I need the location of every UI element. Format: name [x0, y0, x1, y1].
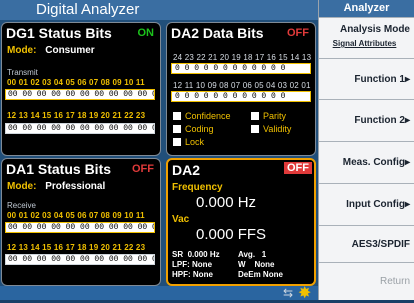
meas-config-button[interactable]: Meas. Config▸: [319, 141, 414, 183]
panel-title: DA2 Data Bits: [171, 25, 264, 41]
star-icon: ✸: [298, 285, 312, 302]
button-label: Input Config▸: [346, 199, 410, 210]
return-button[interactable]: Return: [319, 262, 414, 300]
button-label: Analysis Mode: [339, 24, 410, 35]
mode-value: Consumer: [45, 45, 95, 56]
sidebar-title: Analyzer: [319, 0, 414, 17]
status-badge: OFF: [287, 27, 309, 39]
input-config-button[interactable]: Input Config▸: [319, 183, 414, 225]
data-bits-row-1[interactable]: 0 0 0 0 0 0 0 0 0 0 0 0: [171, 63, 311, 74]
button-label: Return: [379, 276, 410, 287]
checkbox-icon: [251, 112, 259, 120]
title-bar: Digital Analyzer: [0, 0, 318, 20]
mode-line: Mode: Professional: [7, 181, 105, 192]
function-2-button[interactable]: Function 2▸: [319, 99, 414, 141]
weighting-readout: W None: [238, 260, 275, 269]
checkbox-icon: [173, 125, 181, 133]
mode-label: Mode:: [7, 181, 37, 192]
byte-index-row-1: 00 01 02 03 04 05 06 07 08 09 10 11: [7, 211, 145, 220]
section-label: Receive: [7, 201, 36, 210]
byte-index-row-1: 00 01 02 03 04 05 06 07 08 09 10 11: [7, 78, 145, 87]
frequency-value: 0.000 Hz: [196, 194, 257, 211]
aes3-spdif-config-button[interactable]: AES3/SPDIF Config▸: [319, 225, 414, 287]
section-label: Transmit: [7, 68, 38, 77]
checkbox-icon: [173, 138, 181, 146]
sr-readout: SR 0.000 Hz: [172, 250, 220, 259]
byte-index-row-2: 12 13 14 15 16 17 18 19 20 21 22 23: [7, 111, 146, 120]
validity-flag: Validity: [251, 124, 291, 134]
dg2-data-panel[interactable]: DA2 Data Bits OFF 24 23 22 21 20 19 18 1…: [166, 22, 316, 156]
bits-row-1[interactable]: 00 00 00 00 00 00 00 00 00 00 00 00: [5, 222, 155, 233]
usb-icon: ⇆: [283, 286, 294, 300]
checkbox-icon: [173, 112, 181, 120]
status-badge: OFF: [132, 163, 154, 175]
mode-label: Mode:: [7, 45, 37, 56]
panel-title: DA2: [172, 162, 201, 178]
lpf-readout: LPF: None: [172, 260, 213, 269]
function-1-button[interactable]: Function 1▸: [319, 58, 414, 99]
checkbox-icon: [251, 125, 259, 133]
button-label: Function 1▸: [354, 74, 410, 85]
confidence-flag: Confidence: [173, 111, 231, 121]
hpf-readout: HPF: None: [172, 270, 213, 279]
deemphasis-readout: DeEm None: [238, 270, 283, 279]
status-bar: [0, 286, 318, 300]
bit-index-row-1: 24 23 22 21 20 19 18 17 16 15 14 13: [173, 53, 312, 62]
analysis-mode-button[interactable]: Analysis Mode Signal Attributes: [319, 17, 414, 58]
panel-title: DA1 Status Bits: [6, 161, 112, 177]
parity-flag: Parity: [251, 111, 286, 121]
byte-index-row-2: 12 13 14 15 16 17 18 19 20 21 22 23: [7, 243, 146, 252]
dg1-status-panel[interactable]: DG1 Status Bits ON Mode: Consumer Transm…: [1, 22, 161, 156]
vac-value: 0.000 FFS: [196, 226, 267, 243]
bits-row-2[interactable]: 00 00 00 00 00 00 00 00 00 00 00 00: [5, 123, 155, 134]
lock-flag: Lock: [173, 137, 204, 147]
softkey-sidebar: Analyzer Analysis Mode Signal Attributes…: [318, 0, 414, 300]
avg-readout: Avg. 1: [238, 250, 267, 259]
frequency-label: Frequency: [172, 182, 223, 193]
mode-value: Professional: [45, 181, 106, 192]
button-label: Meas. Config▸: [342, 157, 410, 168]
panel-title: DG1 Status Bits: [6, 25, 112, 41]
da1-status-panel[interactable]: DA1 Status Bits OFF Mode: Professional R…: [1, 158, 161, 286]
vac-label: Vac: [172, 214, 190, 225]
button-sub-label: Signal Attributes: [332, 39, 397, 48]
bits-row-1[interactable]: 00 00 00 00 00 00 00 00 00 00 00 00: [5, 89, 155, 100]
status-badge: OFF: [284, 162, 312, 174]
button-label: Function 2▸: [354, 115, 410, 126]
da2-measurement-panel[interactable]: DA2 OFF Frequency 0.000 Hz Vac 0.000 FFS…: [166, 158, 316, 286]
mode-line: Mode: Consumer: [7, 45, 95, 56]
bit-index-row-2: 12 11 10 09 08 07 06 05 04 03 02 01: [173, 81, 311, 90]
status-badge: ON: [137, 27, 155, 39]
page-title: Digital Analyzer: [36, 1, 140, 18]
coding-flag: Coding: [173, 124, 214, 134]
data-bits-row-2[interactable]: 0 0 0 0 0 0 0 0 0 0 0 0: [171, 91, 311, 102]
bits-row-2[interactable]: 00 00 00 00 00 00 00 00 00 00 00 00: [5, 254, 155, 265]
